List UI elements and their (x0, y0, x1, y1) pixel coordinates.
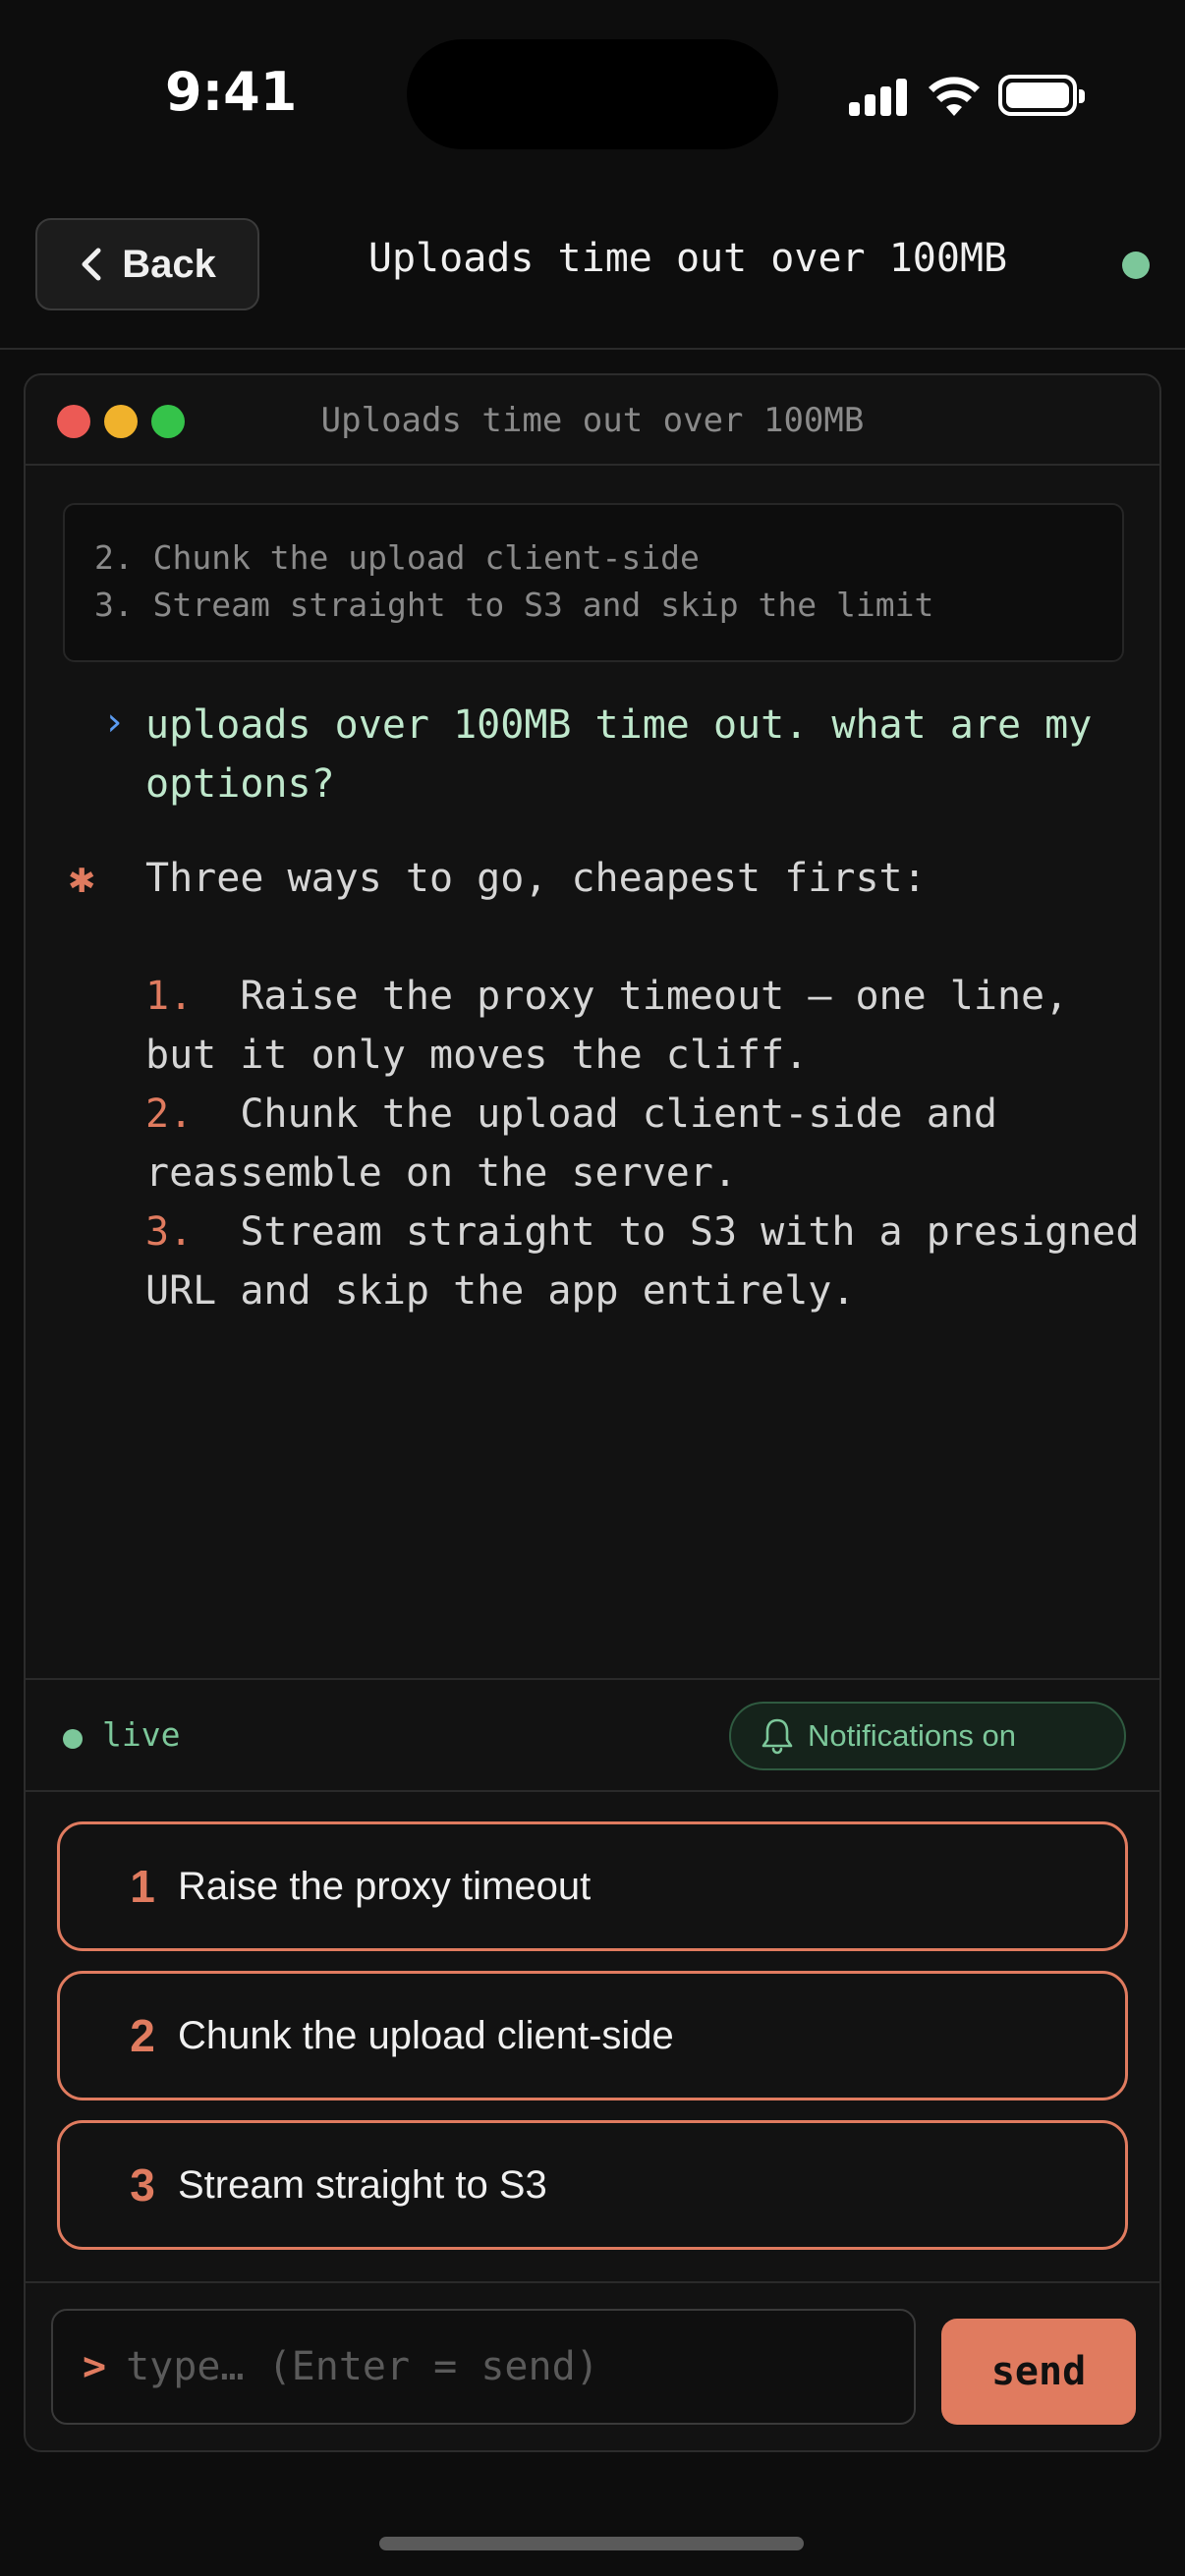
connection-status-dot (1122, 252, 1150, 279)
assistant-asterisk-icon: ✱ (69, 853, 95, 903)
assistant-reply: Three ways to go, cheapest first: 1. Rai… (145, 849, 1148, 1320)
battery-icon (998, 75, 1085, 116)
previous-line: 2. Chunk the upload client-side (94, 538, 700, 577)
back-button[interactable]: Back (35, 218, 259, 310)
window-title: Uploads time out over 100MB (320, 401, 865, 440)
notifications-label: Notifications on (808, 1718, 1016, 1753)
assistant-item-text: Raise the proxy timeout — one line, but … (145, 974, 1069, 1078)
status-bar: 9:41 (0, 0, 1185, 187)
assistant-item-text: Chunk the upload client-side and reassem… (145, 1092, 997, 1196)
live-dot-icon (63, 1729, 83, 1749)
notifications-toggle[interactable]: Notifications on (729, 1702, 1126, 1770)
option-button-1[interactable]: 1 Raise the proxy timeout (57, 1821, 1128, 1951)
option-label: Chunk the upload client-side (178, 2013, 674, 2057)
terminal-window: Uploads time out over 100MB 2. Chunk the… (24, 373, 1161, 2452)
composer: > send (26, 2281, 1159, 2450)
chevron-left-icon (82, 248, 101, 281)
top-bar: Back Uploads time out over 100MB (0, 187, 1185, 350)
back-button-label: Back (122, 242, 216, 286)
assistant-item-text: Stream straight to S3 with a presigned U… (145, 1209, 1140, 1314)
assistant-item: 1. Raise the proxy timeout — one line, b… (145, 967, 1148, 1085)
bell-icon (762, 1718, 793, 1755)
assistant-item-number: 1. (145, 974, 194, 1019)
option-label: Stream straight to S3 (178, 2162, 547, 2207)
home-indicator[interactable] (379, 2537, 804, 2550)
live-status-bar: live Notifications on (26, 1678, 1159, 1792)
send-button[interactable]: send (941, 2319, 1136, 2425)
assistant-item: 3. Stream straight to S3 with a presigne… (145, 1203, 1148, 1320)
option-button-2[interactable]: 2 Chunk the upload client-side (57, 1971, 1128, 2100)
option-button-3[interactable]: 3 Stream straight to S3 (57, 2120, 1128, 2250)
prompt-chevron-icon: › (102, 700, 127, 745)
assistant-item: 2. Chunk the upload client-side and reas… (145, 1085, 1148, 1203)
status-time: 9:41 (165, 61, 298, 123)
window-title-bar: Uploads time out over 100MB (26, 375, 1159, 466)
assistant-item-number: 2. (145, 1092, 194, 1137)
assistant-intro: Three ways to go, cheapest first: (145, 856, 927, 901)
live-status-text: live (102, 1715, 181, 1754)
input-prompt-caret: > (83, 2344, 107, 2389)
page-title: Uploads time out over 100MB (367, 236, 1008, 281)
previous-line: 3. Stream straight to S3 and skip the li… (94, 586, 934, 624)
option-label: Raise the proxy timeout (178, 1864, 592, 1908)
cellular-signal-icon (849, 79, 908, 116)
assistant-item-number: 3. (145, 1209, 194, 1255)
previous-output-box: 2. Chunk the upload client-side 3. Strea… (63, 503, 1124, 662)
message-input[interactable] (126, 2344, 914, 2389)
wifi-icon (929, 77, 980, 116)
message-input-wrapper: > (51, 2309, 916, 2425)
dynamic-island (407, 39, 778, 149)
user-message: uploads over 100MB time out. what are my… (145, 702, 1093, 807)
